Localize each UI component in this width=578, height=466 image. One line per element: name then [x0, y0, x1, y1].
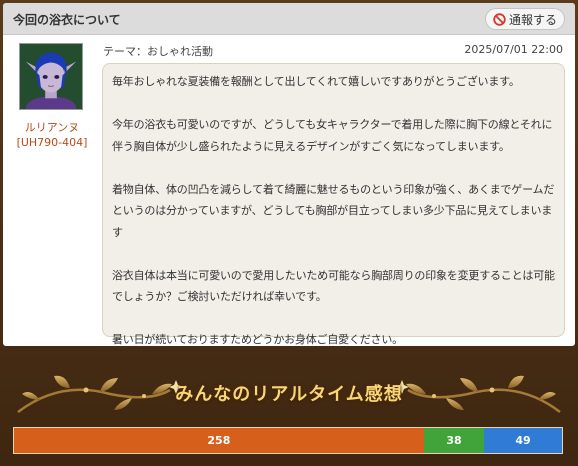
post-date: 2025/07/01 22:00 — [464, 43, 563, 56]
banner-title: みんなのリアルタイム感想 — [175, 384, 403, 405]
card-header: 今回の浴衣について 通報する — [3, 3, 575, 35]
comment-bubble: 毎年おしゃれな夏装備を報酬として出してくれて嬉しいですありがとうございます。 今… — [102, 63, 565, 346]
vote-segment-negative[interactable]: 49 — [484, 428, 562, 453]
comment-paragraph: 着物自体、体の凹凸を減らして着て綺麗に魅せるものという印象が強く、あくまでゲーム… — [112, 182, 555, 239]
comment-paragraph: 浴衣自体は本当に可愛いので愛用したいため可能なら胸部周りの印象を変更することは可… — [112, 268, 555, 304]
realtime-banner: みんなのリアルタイム感想 — [0, 350, 578, 424]
report-label: 通報する — [508, 12, 557, 27]
card-title: 今回の浴衣について — [13, 13, 121, 27]
comment-card: 今回の浴衣について 通報する ルリアンヌ [UH790-404] テーマ：おしゃ… — [3, 3, 575, 346]
report-button[interactable]: 通報する — [485, 8, 565, 30]
user-name[interactable]: ルリアンヌ — [8, 120, 96, 135]
comment-paragraph: 今年の浴衣も可愛いのですが、どうしても女キャラクターで着用した際に胸下の線とそれ… — [112, 118, 553, 153]
vote-segment-neutral[interactable]: 38 — [423, 428, 485, 453]
comment-paragraph: 暑い日が続いておりますためどうかお身体ご自愛ください。 — [112, 333, 403, 346]
vote-bar: 258 38 49 — [13, 427, 563, 454]
elf-character-avatar-icon — [20, 44, 82, 109]
post-theme: テーマ：おしゃれ活動 — [103, 45, 213, 58]
comment-paragraph: 毎年おしゃれな夏装備を報酬として出してくれて嬉しいですありがとうございます。 — [112, 75, 520, 88]
vote-segment-positive[interactable]: 258 — [14, 428, 424, 453]
prohibited-icon — [493, 12, 506, 26]
user-id: [UH790-404] — [16, 136, 88, 149]
avatar[interactable] — [19, 43, 83, 110]
